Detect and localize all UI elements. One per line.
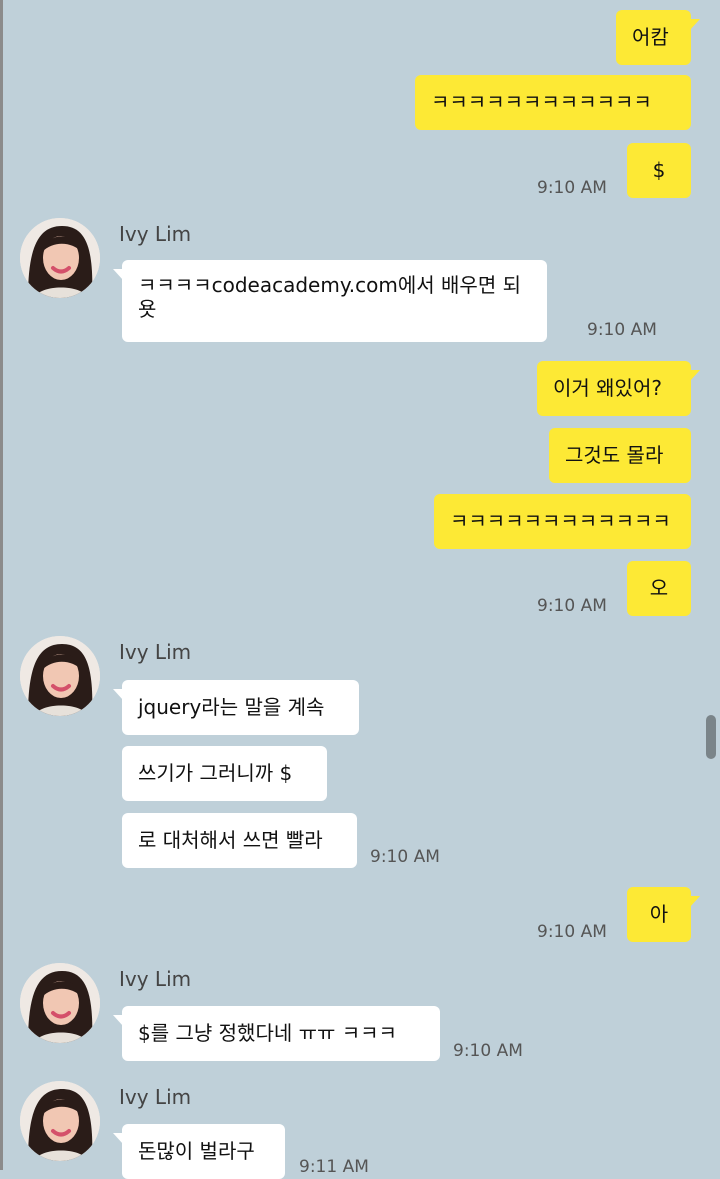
profile-photo-icon — [20, 1081, 100, 1161]
message-bubble[interactable]: 오 — [627, 561, 691, 616]
message-bubble[interactable]: 이거 왜있어? — [537, 361, 700, 416]
sender-name: Ivy Lim — [119, 967, 192, 991]
message-bubble[interactable]: 어캄 — [616, 10, 700, 65]
message-time: 9:10 AM — [537, 596, 607, 616]
sender-name: Ivy Lim — [119, 640, 192, 664]
avatar[interactable] — [20, 636, 100, 716]
avatar[interactable] — [20, 218, 100, 298]
message-bubble[interactable]: ㅋㅋㅋㅋㅋㅋㅋㅋㅋㅋㅋㅋ — [415, 75, 691, 130]
message-bubble[interactable]: ㅋㅋㅋㅋㅋㅋㅋㅋㅋㅋㅋㅋ — [434, 494, 691, 549]
chat-window: 어캄 ㅋㅋㅋㅋㅋㅋㅋㅋㅋㅋㅋㅋ $ 9:10 AM Ivy Lim ㅋㅋㅋㅋco… — [0, 0, 720, 1179]
message-time: 9:10 AM — [370, 847, 440, 867]
message-bubble[interactable]: ㅋㅋㅋㅋcodeacademy.com에서 배우면 되욧 — [113, 260, 547, 342]
message-bubble[interactable]: 쓰기가 그러니까 $ — [122, 746, 327, 801]
profile-photo-icon — [20, 218, 100, 298]
message-bubble[interactable]: 로 대처해서 쓰면 빨라 — [122, 813, 357, 868]
window-edge — [0, 0, 3, 1170]
message-bubble[interactable]: $ — [627, 143, 691, 198]
message-bubble[interactable]: $를 그냥 정했다네 ㅠㅠ ㅋㅋㅋ — [113, 1006, 440, 1061]
message-time: 9:10 AM — [537, 922, 607, 942]
message-bubble[interactable]: 아 — [627, 887, 700, 942]
avatar[interactable] — [20, 963, 100, 1043]
message-time: 9:11 AM — [299, 1157, 369, 1177]
sender-name: Ivy Lim — [119, 1085, 192, 1109]
sender-name: Ivy Lim — [119, 222, 192, 246]
message-bubble[interactable]: 돈많이 벌라구 — [113, 1124, 285, 1179]
scrollbar-thumb[interactable] — [706, 715, 716, 759]
profile-photo-icon — [20, 963, 100, 1043]
message-time: 9:10 AM — [537, 178, 607, 198]
message-bubble[interactable]: 그것도 몰라 — [549, 428, 691, 483]
message-time: 9:10 AM — [453, 1041, 523, 1061]
profile-photo-icon — [20, 636, 100, 716]
avatar[interactable] — [20, 1081, 100, 1161]
message-time: 9:10 AM — [587, 320, 657, 340]
message-bubble[interactable]: jquery라는 말을 계속 — [113, 680, 359, 735]
